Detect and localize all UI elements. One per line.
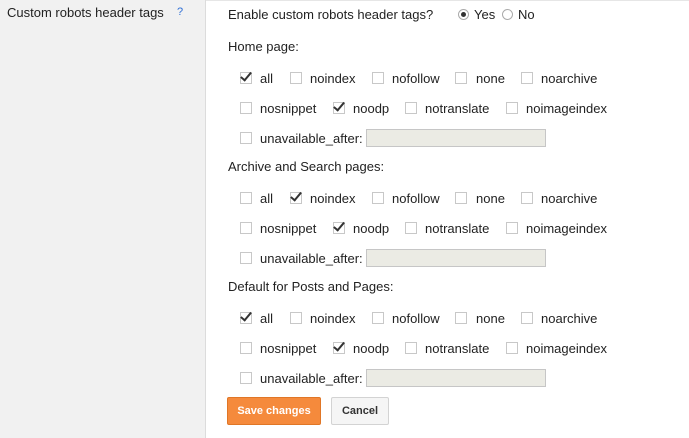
setting-title: Custom robots header tags	[7, 5, 164, 20]
checkbox-nofollow[interactable]	[372, 72, 384, 84]
checkbox-nosnippet[interactable]	[240, 222, 252, 234]
checkbox-all[interactable]	[240, 72, 252, 84]
checkbox-label-unavailable-after[interactable]: unavailable_after:	[260, 371, 363, 386]
checkbox-label-noodp[interactable]: noodp	[353, 101, 389, 116]
checkbox-noindex[interactable]	[290, 312, 302, 324]
checkbox-label-noarchive[interactable]: noarchive	[541, 71, 597, 86]
checkbox-label-unavailable-after[interactable]: unavailable_after:	[260, 251, 363, 266]
enable-yes-label[interactable]: Yes	[474, 7, 495, 22]
help-icon[interactable]: ?	[177, 6, 183, 18]
checkbox-label-none[interactable]: none	[476, 311, 505, 326]
checkbox-label-unavailable-after[interactable]: unavailable_after:	[260, 131, 363, 146]
enable-no-label[interactable]: No	[518, 7, 535, 22]
checkbox-noindex[interactable]	[290, 72, 302, 84]
settings-label-panel: Custom robots header tags ?	[0, 0, 206, 438]
checkbox-noodp[interactable]	[333, 102, 345, 114]
checkbox-label-nofollow[interactable]: nofollow	[392, 311, 440, 326]
checkbox-label-nofollow[interactable]: nofollow	[392, 71, 440, 86]
checkbox-label-noarchive[interactable]: noarchive	[541, 191, 597, 206]
checkbox-label-notranslate[interactable]: notranslate	[425, 341, 489, 356]
section-title: Home page:	[228, 39, 299, 54]
checkbox-noarchive[interactable]	[521, 192, 533, 204]
checkbox-label-noindex[interactable]: noindex	[310, 191, 356, 206]
checkbox-noimageindex[interactable]	[506, 342, 518, 354]
enable-yes-radio[interactable]	[458, 9, 469, 20]
checkbox-none[interactable]	[455, 192, 467, 204]
checkbox-noarchive[interactable]	[521, 312, 533, 324]
checkbox-label-all[interactable]: all	[260, 311, 273, 326]
checkbox-label-noindex[interactable]: noindex	[310, 311, 356, 326]
checkbox-label-noimageindex[interactable]: noimageindex	[526, 221, 607, 236]
section-title: Default for Posts and Pages:	[228, 279, 394, 294]
checkbox-label-nosnippet[interactable]: nosnippet	[260, 221, 316, 236]
enable-no-radio[interactable]	[502, 9, 513, 20]
checkbox-noimageindex[interactable]	[506, 222, 518, 234]
checkbox-label-noimageindex[interactable]: noimageindex	[526, 101, 607, 116]
checkbox-label-nofollow[interactable]: nofollow	[392, 191, 440, 206]
checkbox-label-notranslate[interactable]: notranslate	[425, 221, 489, 236]
checkbox-unavailable-after[interactable]	[240, 252, 252, 264]
checkbox-all[interactable]	[240, 192, 252, 204]
divider	[206, 0, 689, 1]
checkbox-nosnippet[interactable]	[240, 102, 252, 114]
unavailable-after-input[interactable]	[366, 369, 546, 387]
checkbox-noodp[interactable]	[333, 222, 345, 234]
checkbox-all[interactable]	[240, 312, 252, 324]
checkbox-noodp[interactable]	[333, 342, 345, 354]
checkbox-label-noarchive[interactable]: noarchive	[541, 311, 597, 326]
checkbox-label-noimageindex[interactable]: noimageindex	[526, 341, 607, 356]
checkbox-notranslate[interactable]	[405, 222, 417, 234]
checkbox-label-all[interactable]: all	[260, 71, 273, 86]
checkbox-none[interactable]	[455, 72, 467, 84]
checkbox-unavailable-after[interactable]	[240, 372, 252, 384]
checkbox-unavailable-after[interactable]	[240, 132, 252, 144]
checkbox-label-notranslate[interactable]: notranslate	[425, 101, 489, 116]
section-title: Archive and Search pages:	[228, 159, 385, 174]
unavailable-after-input[interactable]	[366, 249, 546, 267]
checkbox-notranslate[interactable]	[405, 102, 417, 114]
checkbox-label-none[interactable]: none	[476, 71, 505, 86]
checkbox-label-nosnippet[interactable]: nosnippet	[260, 341, 316, 356]
checkbox-noindex[interactable]	[290, 192, 302, 204]
checkbox-label-noodp[interactable]: noodp	[353, 221, 389, 236]
checkbox-nofollow[interactable]	[372, 192, 384, 204]
checkbox-label-noindex[interactable]: noindex	[310, 71, 356, 86]
checkbox-label-none[interactable]: none	[476, 191, 505, 206]
checkbox-nofollow[interactable]	[372, 312, 384, 324]
checkbox-label-all[interactable]: all	[260, 191, 273, 206]
checkbox-label-noodp[interactable]: noodp	[353, 341, 389, 356]
unavailable-after-input[interactable]	[366, 129, 546, 147]
enable-question: Enable custom robots header tags?	[228, 7, 434, 22]
checkbox-noarchive[interactable]	[521, 72, 533, 84]
checkbox-noimageindex[interactable]	[506, 102, 518, 114]
checkbox-notranslate[interactable]	[405, 342, 417, 354]
save-changes-button[interactable]: Save changes	[227, 397, 321, 425]
checkbox-label-nosnippet[interactable]: nosnippet	[260, 101, 316, 116]
checkbox-nosnippet[interactable]	[240, 342, 252, 354]
cancel-button[interactable]: Cancel	[331, 397, 389, 425]
checkbox-none[interactable]	[455, 312, 467, 324]
